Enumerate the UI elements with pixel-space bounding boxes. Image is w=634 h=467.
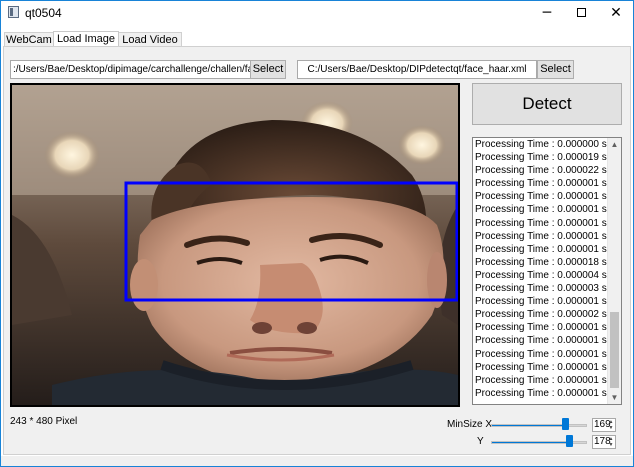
log-line: Processing Time : 0.000001 s (475, 178, 607, 190)
log-line: Processing Time : 0.000019 s (475, 152, 607, 164)
maximize-icon (576, 7, 586, 17)
tab-bar: WebCam Load Video Load Image (1, 31, 633, 47)
min-size-x-slider[interactable] (491, 424, 587, 427)
tab-load-image[interactable]: Load Image (53, 31, 119, 47)
log-line: Processing Time : 0.000001 s (475, 217, 607, 229)
log-line: Processing Time : 0.000018 s (475, 256, 607, 268)
min-size-y-label: Y (477, 436, 484, 447)
detect-button[interactable]: Detect (472, 83, 622, 125)
log-line: Processing Time : 0.000001 s (475, 243, 607, 255)
minimize-icon: ─ (542, 5, 552, 21)
close-icon: ✕ (610, 5, 622, 21)
status-bar (1, 456, 633, 466)
tab-content-load-image: :/Users/Bae/Desktop/dipimage/carchalleng… (3, 46, 631, 455)
tab-load-video[interactable]: Load Video (118, 32, 182, 47)
processing-log[interactable]: Processing Time : 0.000000 s Processing T… (472, 137, 622, 405)
spin-arrows-icon[interactable]: ▲ ▼ (607, 419, 615, 431)
spin-down-icon[interactable]: ▼ (609, 425, 614, 431)
spin-down-icon[interactable]: ▼ (609, 442, 614, 448)
scroll-down-icon[interactable]: ▼ (608, 391, 621, 404)
min-size-y-spinbox[interactable]: 178 ▲ ▼ (592, 435, 616, 449)
window-title: qt0504 (25, 6, 62, 20)
min-size-y-fill (492, 442, 573, 443)
log-line: Processing Time : 0.000001 s (475, 335, 607, 347)
min-size-x-fill (492, 425, 569, 426)
log-line: Processing Time : 0.000001 s (475, 361, 607, 373)
select-cascade-button[interactable]: Select (537, 60, 574, 79)
min-size-y-handle[interactable] (566, 435, 573, 447)
tab-webcam[interactable]: WebCam (4, 32, 54, 47)
log-line: Processing Time : 0.000001 s (475, 204, 607, 216)
log-line: Processing Time : 0.000001 s (475, 348, 607, 360)
log-line: Processing Time : 0.000001 s (475, 374, 607, 386)
log-list: Processing Time : 0.000000 s Processing T… (473, 138, 608, 400)
app-window: qt0504 ─ ✕ WebCam Load Video Load Image … (0, 0, 634, 467)
log-line: Processing Time : 0.000022 s (475, 165, 607, 177)
log-line: Processing Time : 0.000000 s (475, 139, 607, 150)
cascade-path-input[interactable]: C:/Users/Bae/Desktop/DIPdetectqt/face_ha… (297, 60, 537, 79)
scroll-thumb[interactable] (610, 312, 619, 388)
title-bar[interactable]: qt0504 ─ ✕ (1, 1, 633, 25)
log-line: Processing Time : 0.000002 s (475, 309, 607, 321)
select-image-button[interactable]: Select (250, 60, 286, 79)
scroll-up-icon[interactable]: ▲ (608, 138, 621, 151)
log-line: Processing Time : 0.000003 s (475, 283, 607, 295)
image-path-input[interactable]: :/Users/Bae/Desktop/dipimage/carchalleng… (10, 60, 251, 79)
log-line: Processing Time : 0.000001 s (475, 191, 607, 203)
log-scrollbar[interactable]: ▲ ▼ (607, 138, 621, 404)
spin-arrows-icon[interactable]: ▲ ▼ (607, 436, 615, 448)
minimize-button[interactable]: ─ (529, 1, 565, 25)
close-button[interactable]: ✕ (598, 1, 634, 25)
min-size-x-handle[interactable] (562, 418, 569, 430)
log-line: Processing Time : 0.000001 s (475, 296, 607, 308)
min-size-x-label: MinSize X (447, 419, 493, 430)
image-size-label: 243 * 480 Pixel (10, 416, 78, 427)
log-line: Processing Time : 0.000001 s (475, 230, 607, 242)
app-window-icon (8, 6, 19, 18)
maximize-button[interactable] (563, 1, 599, 25)
log-line: Processing Time : 0.000001 s (475, 322, 607, 334)
log-line: Processing Time : 0.000004 s (475, 269, 607, 281)
image-display (10, 83, 460, 407)
log-line: Processing Time : 0.000001 s (475, 387, 607, 399)
min-size-x-spinbox[interactable]: 169 ▲ ▼ (592, 418, 616, 432)
face-photo (12, 85, 458, 405)
